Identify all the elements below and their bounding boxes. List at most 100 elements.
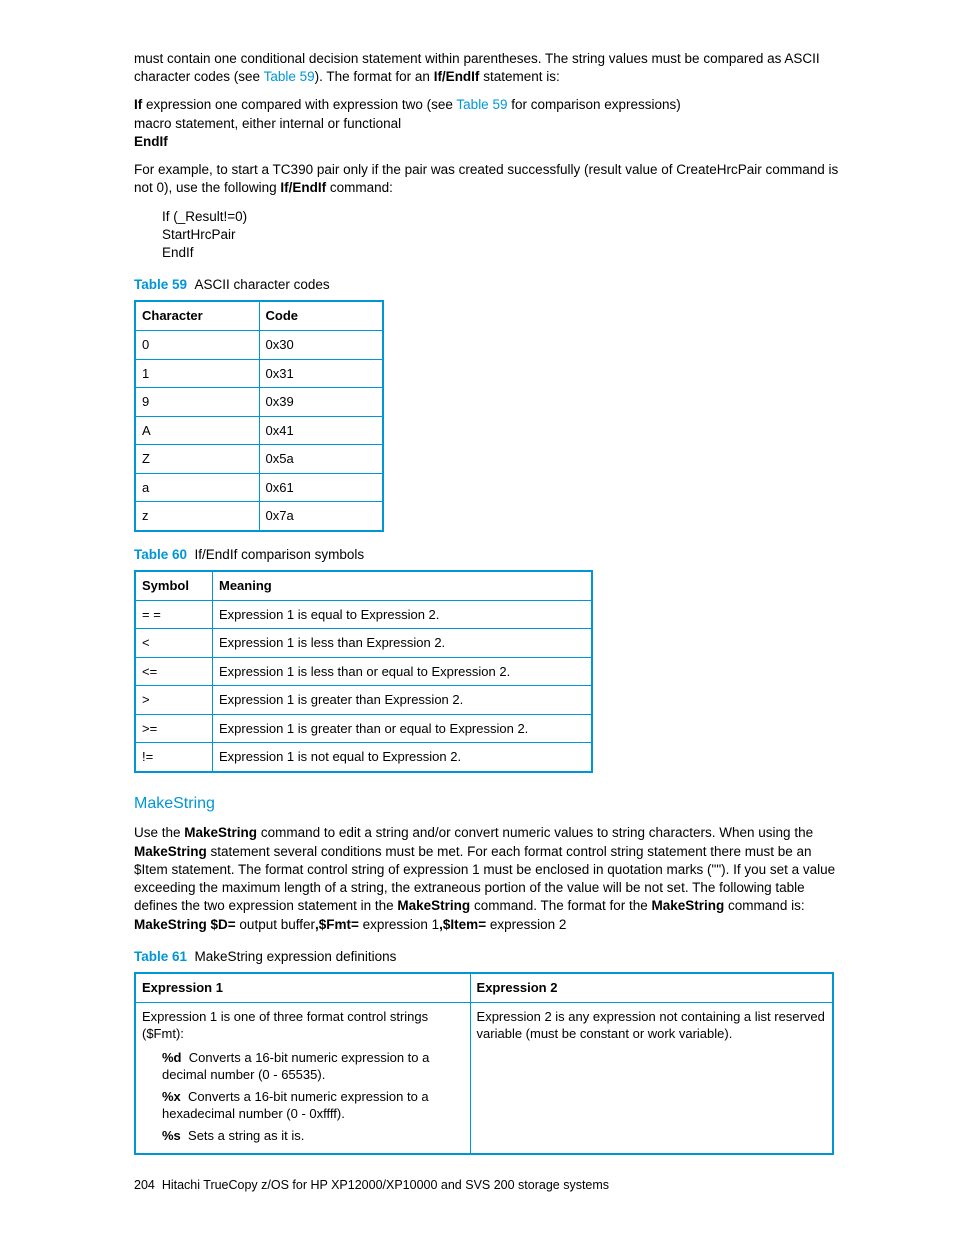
text: Converts a 16-bit numeric expression to …: [162, 1050, 429, 1083]
bold: If/EndIf: [434, 69, 480, 84]
cell: 0x5a: [259, 445, 383, 474]
text: command to edit a string and/or convert …: [257, 825, 813, 840]
cell: <: [135, 629, 213, 658]
cell: A: [135, 416, 259, 445]
text: Converts a 16-bit numeric expression to …: [162, 1089, 429, 1122]
table-row: A0x41: [135, 416, 383, 445]
table-61: Expression 1 Expression 2 Expression 1 i…: [134, 972, 834, 1155]
text: command. The format for the: [470, 898, 651, 913]
code-line: If (_Result!=0): [162, 209, 247, 224]
col-expression-2: Expression 2: [470, 973, 833, 1002]
table-60-caption: Table 60 If/EndIf comparison symbols: [134, 546, 844, 564]
para-if-endif-format: If expression one compared with expressi…: [134, 96, 844, 151]
bold: MakeString: [652, 898, 725, 913]
cell: Expression 1 is less than Expression 2.: [213, 629, 593, 658]
code-sample: If (_Result!=0) StartHrcPair EndIf: [162, 208, 844, 263]
table-59: Character Code 00x30 10x31 90x39 A0x41 Z…: [134, 300, 384, 531]
cell-expression-2: Expression 2 is any expression not conta…: [470, 1002, 833, 1154]
text: expression 1: [359, 917, 439, 932]
table-row: z0x7a: [135, 502, 383, 531]
bold-if: If: [134, 97, 142, 112]
page-footer: 204 Hitachi TrueCopy z/OS for HP XP12000…: [134, 1177, 844, 1194]
footer-text: Hitachi TrueCopy z/OS for HP XP12000/XP1…: [162, 1178, 609, 1192]
table-label: Table 60: [134, 547, 187, 562]
cell: 9: [135, 388, 259, 417]
table-row: 90x39: [135, 388, 383, 417]
text: Expression 1 is one of three format cont…: [142, 1009, 428, 1042]
text: expression 2: [486, 917, 566, 932]
text: command is:: [724, 898, 804, 913]
bold: MakeString $D=: [134, 917, 236, 932]
col-expression-1: Expression 1: [135, 973, 470, 1002]
cell: Expression 1 is greater than or equal to…: [213, 714, 593, 743]
bold: ,$Item=: [439, 917, 486, 932]
cell: !=: [135, 743, 213, 772]
text: statement is:: [479, 69, 559, 84]
table-row: Expression 1 is one of three format cont…: [135, 1002, 833, 1154]
code-line: EndIf: [162, 245, 194, 260]
cell: z: [135, 502, 259, 531]
cell: Z: [135, 445, 259, 474]
table-label: Table 61: [134, 949, 187, 964]
table-header-row: Expression 1 Expression 2: [135, 973, 833, 1002]
cell: 1: [135, 359, 259, 388]
caption-text: If/EndIf comparison symbols: [195, 547, 365, 562]
bold-endif: EndIf: [134, 134, 168, 149]
table-row: !=Expression 1 is not equal to Expressio…: [135, 743, 592, 772]
table-59-link-2[interactable]: Table 59: [456, 97, 507, 112]
table-row: Z0x5a: [135, 445, 383, 474]
text: output buffer: [236, 917, 315, 932]
cell: = =: [135, 600, 213, 629]
cell-expression-1: Expression 1 is one of three format cont…: [135, 1002, 470, 1154]
cell: Expression 1 is less than or equal to Ex…: [213, 657, 593, 686]
table-61-caption: Table 61 MakeString expression definitio…: [134, 948, 844, 966]
bold: MakeString: [184, 825, 257, 840]
text: for comparison expressions): [507, 97, 680, 112]
col-meaning: Meaning: [213, 571, 593, 600]
bold: MakeString: [397, 898, 470, 913]
cell: 0x61: [259, 473, 383, 502]
list-item: %s Sets a string as it is.: [162, 1127, 464, 1145]
table-header-row: Symbol Meaning: [135, 571, 592, 600]
cell: 0x31: [259, 359, 383, 388]
table-60: Symbol Meaning = =Expression 1 is equal …: [134, 570, 593, 773]
text: macro statement, either internal or func…: [134, 116, 401, 131]
col-code: Code: [259, 301, 383, 330]
bold: %s: [162, 1128, 181, 1143]
list-item: %x Converts a 16-bit numeric expression …: [162, 1088, 464, 1123]
page-number: 204: [134, 1178, 155, 1192]
table-row: >Expression 1 is greater than Expression…: [135, 686, 592, 715]
cell: a: [135, 473, 259, 502]
text: Sets a string as it is.: [188, 1128, 304, 1143]
cell: Expression 1 is not equal to Expression …: [213, 743, 593, 772]
table-label: Table 59: [134, 277, 187, 292]
table-row: = =Expression 1 is equal to Expression 2…: [135, 600, 592, 629]
para-if-endif-intro: must contain one conditional decision st…: [134, 50, 844, 86]
format-list: %d Converts a 16-bit numeric expression …: [162, 1049, 464, 1145]
text: command:: [326, 180, 393, 195]
table-row: a0x61: [135, 473, 383, 502]
table-row: <Expression 1 is less than Expression 2.: [135, 629, 592, 658]
list-item: %d Converts a 16-bit numeric expression …: [162, 1049, 464, 1084]
bold: If/EndIf: [280, 180, 326, 195]
table-59-link[interactable]: Table 59: [264, 69, 315, 84]
text: ). The format for an: [315, 69, 434, 84]
table-row: 00x30: [135, 330, 383, 359]
table-header-row: Character Code: [135, 301, 383, 330]
cell: >: [135, 686, 213, 715]
caption-text: ASCII character codes: [195, 277, 330, 292]
table-row: >=Expression 1 is greater than or equal …: [135, 714, 592, 743]
code-line: StartHrcPair: [162, 227, 236, 242]
text: Use the: [134, 825, 184, 840]
table-59-caption: Table 59 ASCII character codes: [134, 276, 844, 294]
bold: MakeString: [134, 844, 207, 859]
text: For example, to start a TC390 pair only …: [134, 162, 838, 195]
cell: >=: [135, 714, 213, 743]
table-row: <=Expression 1 is less than or equal to …: [135, 657, 592, 686]
bold: %d: [162, 1050, 182, 1065]
cell: <=: [135, 657, 213, 686]
para-makestring: Use the MakeString command to edit a str…: [134, 824, 844, 933]
cell: 0: [135, 330, 259, 359]
table-row: 10x31: [135, 359, 383, 388]
bold: ,$Fmt=: [315, 917, 359, 932]
